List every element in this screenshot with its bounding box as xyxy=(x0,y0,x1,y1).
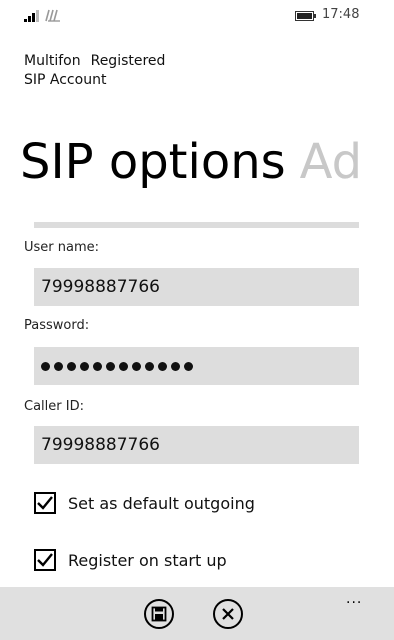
caller-id-field[interactable]: 79998887766 xyxy=(34,426,359,464)
password-field[interactable] xyxy=(34,347,359,385)
default-outgoing-option[interactable]: Set as default outgoing xyxy=(34,490,255,516)
account-state: Registered xyxy=(90,53,166,69)
password-mask xyxy=(41,347,359,385)
password-dot xyxy=(54,361,63,371)
password-dot xyxy=(132,361,141,371)
clock: 17:48 xyxy=(322,7,360,22)
checkmark-icon xyxy=(37,496,53,510)
password-dot xyxy=(41,361,50,371)
signal-icon xyxy=(24,10,39,22)
register-on-startup-label: Register on start up xyxy=(68,550,227,570)
pivot-item-advanced[interactable]: Ad xyxy=(300,134,362,190)
account-header: Multifon Registered xyxy=(24,52,165,70)
password-dot xyxy=(93,361,102,371)
app-bar: ... xyxy=(0,587,394,640)
caller-id-label: Caller ID: xyxy=(24,399,84,414)
more-options-button[interactable]: ... xyxy=(346,592,362,606)
user-name-label: User name: xyxy=(24,240,100,255)
user-name-field[interactable]: 79998887766 xyxy=(34,268,359,306)
scrolled-field-edge xyxy=(34,222,359,228)
account-name: Multifon xyxy=(24,53,81,69)
pivot-item-sip-options[interactable]: SIP options xyxy=(20,134,286,190)
password-dot xyxy=(80,361,89,371)
account-type: SIP Account xyxy=(24,72,107,88)
default-outgoing-label: Set as default outgoing xyxy=(68,493,255,513)
password-dot xyxy=(184,361,193,371)
pivot-header: SIP options Ad xyxy=(20,132,362,192)
password-dot xyxy=(145,361,154,371)
register-on-startup-checkbox[interactable] xyxy=(34,549,56,571)
cancel-icon[interactable] xyxy=(212,598,244,630)
password-dot xyxy=(67,361,76,371)
wifi-icon xyxy=(45,9,60,22)
password-dot xyxy=(106,361,115,371)
status-bar: 17:48 xyxy=(0,0,394,34)
register-on-startup-option[interactable]: Register on start up xyxy=(34,547,227,573)
battery-icon xyxy=(295,11,316,21)
password-label: Password: xyxy=(24,318,90,333)
default-outgoing-checkbox[interactable] xyxy=(34,492,56,514)
save-icon[interactable] xyxy=(143,598,175,630)
password-dot xyxy=(158,361,167,371)
checkmark-icon xyxy=(37,553,53,567)
password-dot xyxy=(119,361,128,371)
password-dot xyxy=(171,361,180,371)
